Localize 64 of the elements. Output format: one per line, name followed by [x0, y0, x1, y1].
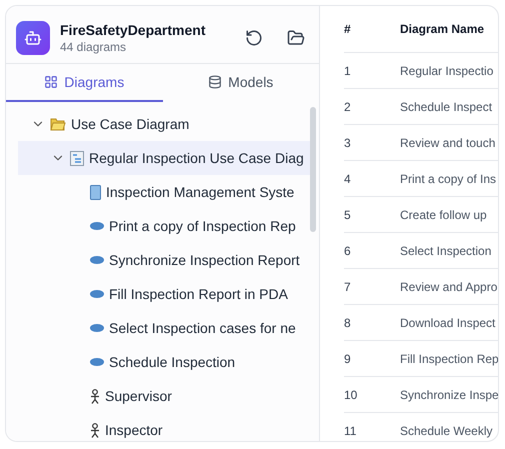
tree-item-label: Print a copy of Inspection Rep	[109, 218, 296, 234]
ellipse-icon	[90, 290, 104, 298]
table-cell-text: 1	[344, 64, 352, 78]
table-cell-text: 2	[344, 100, 352, 114]
ellipse-icon	[90, 256, 104, 264]
tree-item[interactable]: Fill Inspection Report in PDA	[18, 277, 310, 311]
ellipse-icon	[90, 222, 104, 230]
tree-item-label: Regular Inspection Use Case Diag	[89, 150, 304, 166]
table-cell-text: 6	[344, 244, 352, 258]
table-cell: Synchronize Inspe	[400, 388, 498, 402]
grid-icon	[44, 75, 58, 89]
tree-item-label: Synchronize Inspection Report	[109, 252, 300, 268]
app-logo-icon	[16, 21, 50, 55]
tree-item[interactable]: Inspection Management Syste	[18, 175, 310, 209]
open-folder-icon	[287, 29, 305, 47]
project-name: FireSafetyDepartment	[60, 22, 206, 38]
tree-item-label: Schedule Inspection	[109, 354, 236, 370]
tree-item[interactable]: Select Inspection cases for ne	[18, 311, 310, 345]
table-cell-text: 8	[344, 316, 352, 330]
table-cell-text: 11	[344, 424, 358, 438]
ellipse-icon	[90, 324, 104, 332]
table-cell: Select Inspection	[400, 244, 492, 258]
stick-figure-icon	[90, 388, 100, 404]
table-cell: Regular Inspectio	[400, 64, 494, 78]
tree-item[interactable]: Supervisor	[18, 379, 310, 413]
tree-item-label: Select Inspection cases for ne	[109, 320, 296, 336]
table-cell-text: 7	[344, 280, 352, 294]
ellipse-icon	[90, 358, 104, 366]
tree-item-label: Fill Inspection Report in PDA	[109, 286, 288, 302]
tree-item[interactable]: Regular Inspection Use Case Diag	[18, 141, 310, 175]
table-cell: Fill Inspection Rep	[400, 352, 498, 366]
rectangle-icon	[90, 184, 101, 200]
diagram-count: 44 diagrams	[60, 40, 128, 54]
tree-item[interactable]: Synchronize Inspection Report	[18, 243, 310, 277]
table-cell-text: 10	[344, 388, 358, 402]
tree-item-label: Inspection Management Syste	[106, 184, 294, 200]
table-cell: Print a copy of Ins	[400, 172, 496, 186]
table-cell: Create follow up	[400, 208, 487, 222]
table-cell-text: 5	[344, 208, 352, 222]
tab[interactable]: Diagrams	[6, 64, 162, 102]
database-icon	[208, 75, 222, 89]
tab[interactable]: Models	[162, 64, 319, 102]
column-header: #	[344, 22, 352, 36]
folder-icon	[50, 117, 66, 131]
refresh-icon	[245, 29, 263, 47]
table-cell-text: 9	[344, 352, 352, 366]
table-cell-text: 4	[344, 172, 352, 186]
table-cell: Schedule Weekly	[400, 424, 492, 438]
tree-item-label: Use Case Diagram	[71, 116, 190, 132]
table-cell: Review and touch	[400, 136, 496, 150]
table-cell: Review and Appro	[400, 280, 498, 294]
table-cell: Schedule Inspect	[400, 100, 492, 114]
table-cell: Download Inspect	[400, 316, 496, 330]
tree-item[interactable]: Schedule Inspection	[18, 345, 310, 379]
stick-figure-icon	[90, 422, 100, 438]
tree-item[interactable]: Inspector	[18, 413, 310, 441]
diagram-icon	[70, 150, 84, 166]
tree-item-label: Supervisor	[105, 388, 172, 404]
tree-item[interactable]: Print a copy of Inspection Rep	[18, 209, 310, 243]
table-cell-text: 3	[344, 136, 352, 150]
column-header: Diagram Name	[400, 22, 484, 36]
tree-item-label: Inspector	[105, 422, 163, 438]
tree-item[interactable]: Use Case Diagram	[18, 107, 310, 141]
scrollbar-thumb[interactable]	[310, 107, 316, 232]
